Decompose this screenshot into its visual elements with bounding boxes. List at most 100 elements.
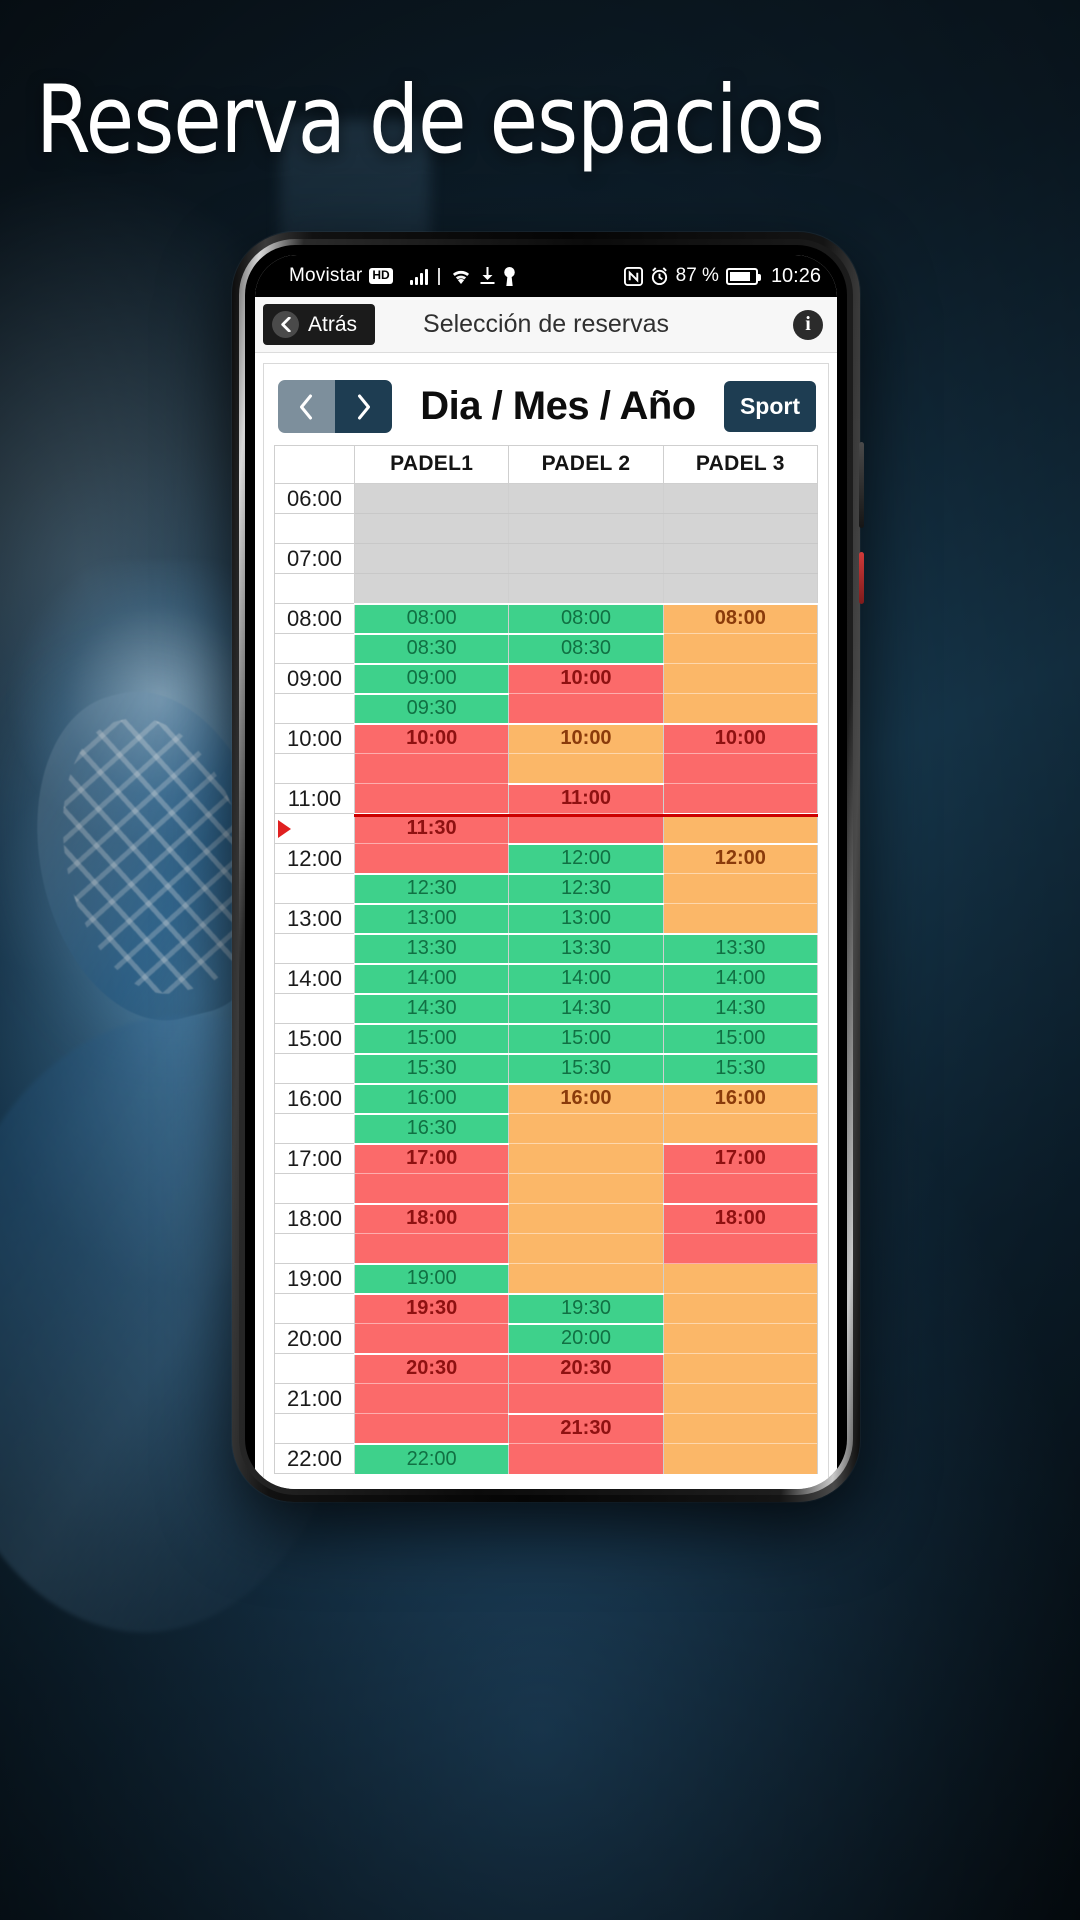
slot-cell[interactable] (508, 1263, 664, 1294)
back-button[interactable]: Atrás (263, 304, 376, 345)
slot-cell[interactable] (353, 1323, 510, 1354)
slot-cell[interactable]: 17:00 (662, 1142, 819, 1174)
slot-cell[interactable]: 09:00 (353, 662, 510, 694)
power-button[interactable] (859, 552, 864, 604)
slot-cell[interactable] (353, 1383, 510, 1414)
slot-cell[interactable]: 08:00 (508, 602, 664, 634)
slot-cell[interactable] (662, 812, 819, 844)
slot-cell[interactable] (508, 1203, 664, 1234)
slot-cell[interactable]: 12:30 (508, 872, 664, 904)
slot-cell[interactable]: 11:00 (508, 782, 664, 814)
slot-cell[interactable] (508, 1383, 664, 1414)
slot-cell[interactable] (508, 1233, 664, 1264)
slot-cell[interactable]: 14:00 (662, 962, 819, 994)
slot-cell[interactable]: 12:00 (508, 842, 664, 874)
slot-cell[interactable] (353, 1173, 510, 1204)
slot-cell[interactable] (662, 1443, 819, 1474)
row-time-label: 22:00 (274, 1443, 355, 1474)
slot-cell[interactable]: 12:30 (353, 872, 510, 904)
slot-cell[interactable]: 08:00 (353, 602, 510, 634)
slot-cell[interactable]: 14:30 (353, 992, 510, 1024)
slot-cell[interactable]: 13:30 (662, 932, 819, 964)
slot-cell[interactable]: 10:00 (662, 722, 819, 754)
slot-cell[interactable]: 20:30 (508, 1352, 664, 1384)
slot-cell[interactable]: 14:00 (508, 962, 664, 994)
slot-cell[interactable] (508, 1173, 664, 1204)
slot-cell[interactable] (353, 843, 510, 874)
slot-cell[interactable]: 13:00 (508, 902, 664, 934)
slot-cell[interactable]: 10:00 (353, 722, 510, 754)
slot-cell[interactable] (662, 1413, 819, 1444)
slot-cell[interactable]: 20:30 (353, 1352, 510, 1384)
slot-cell[interactable]: 14:00 (353, 962, 510, 994)
slot-cell[interactable]: 10:00 (508, 662, 664, 694)
slot-cell[interactable] (508, 753, 664, 784)
slot-cell[interactable] (662, 1353, 819, 1384)
slot-cell[interactable] (662, 1293, 819, 1324)
schedule-row: 19:00 19:00 (274, 1262, 819, 1294)
slot-cell[interactable]: 22:00 (353, 1442, 510, 1474)
slot-cell[interactable]: 15:00 (508, 1022, 664, 1054)
slot-cell[interactable]: 12:00 (662, 842, 819, 874)
slot-cell[interactable]: 16:30 (353, 1112, 510, 1144)
slot-cell[interactable]: 19:00 (353, 1262, 510, 1294)
sport-filter-button[interactable]: Sport (723, 381, 816, 432)
next-day-button[interactable] (335, 380, 392, 433)
slot-cell[interactable] (662, 663, 819, 694)
slot-cell[interactable] (662, 1263, 819, 1294)
slot-cell[interactable]: 14:30 (662, 992, 819, 1024)
slot-cell[interactable]: 19:30 (353, 1292, 510, 1324)
slot-cell[interactable] (508, 1143, 664, 1174)
slot-cell[interactable] (662, 903, 819, 934)
slot-cell[interactable] (662, 753, 819, 784)
schedule-row: 17:00 17:00 17:00 (274, 1142, 819, 1174)
slot-cell[interactable]: 13:30 (508, 932, 664, 964)
slot-cell[interactable] (662, 1113, 819, 1144)
slot-cell[interactable]: 15:30 (353, 1052, 510, 1084)
slot-cell[interactable] (662, 1173, 819, 1204)
slot-cell[interactable]: 18:00 (353, 1202, 510, 1234)
volume-button[interactable] (859, 442, 864, 528)
slot-cell[interactable]: 09:30 (353, 692, 510, 724)
slot-cell[interactable] (353, 1233, 510, 1264)
slot-cell[interactable] (353, 1413, 510, 1444)
slot-cell[interactable] (662, 1323, 819, 1354)
row-time-label: 11:00 (274, 783, 355, 814)
slot-cell[interactable]: 16:00 (353, 1082, 510, 1114)
slot-cell[interactable]: 18:00 (662, 1202, 819, 1234)
slot-cell[interactable]: 15:30 (508, 1052, 664, 1084)
slot-cell[interactable] (508, 813, 664, 844)
slot-cell[interactable]: 15:00 (353, 1022, 510, 1054)
slot-cell[interactable] (508, 1443, 664, 1474)
slot-cell[interactable] (662, 1233, 819, 1264)
slot-cell[interactable]: 14:30 (508, 992, 664, 1024)
slot-cell[interactable]: 08:30 (508, 632, 664, 664)
slot-cell[interactable]: 19:30 (508, 1292, 664, 1324)
slot-cell[interactable]: 08:30 (353, 632, 510, 664)
slot-cell[interactable] (662, 1383, 819, 1414)
row-time-label (274, 993, 355, 1024)
slot-cell[interactable]: 15:00 (662, 1022, 819, 1054)
info-icon[interactable]: i (793, 309, 823, 340)
slot-cell[interactable]: 13:30 (353, 932, 510, 964)
slot-cell[interactable]: 21:30 (508, 1412, 664, 1444)
slot-cell[interactable] (662, 873, 819, 904)
slot-cell[interactable] (508, 1113, 664, 1144)
slot-cell[interactable] (353, 783, 510, 814)
slot-cell[interactable]: 13:00 (353, 902, 510, 934)
slot-cell[interactable]: 16:00 (508, 1082, 664, 1114)
slot-cell[interactable]: 16:00 (662, 1082, 819, 1114)
slot-cell[interactable]: 17:00 (353, 1142, 510, 1174)
prev-day-button[interactable] (278, 380, 335, 433)
slot-cell[interactable] (353, 753, 510, 784)
slot-cell[interactable]: 15:30 (662, 1052, 819, 1084)
slot-cell[interactable] (662, 693, 819, 724)
slot-cell[interactable]: 20:00 (508, 1322, 664, 1354)
schedule-row: 16:30 (274, 1112, 819, 1144)
slot-cell[interactable] (508, 693, 664, 724)
slot-cell[interactable]: 08:00 (662, 602, 819, 634)
slot-cell[interactable] (662, 633, 819, 664)
slot-cell[interactable] (662, 783, 819, 814)
slot-cell[interactable]: 11:30 (353, 812, 510, 844)
slot-cell[interactable]: 10:00 (508, 722, 664, 754)
